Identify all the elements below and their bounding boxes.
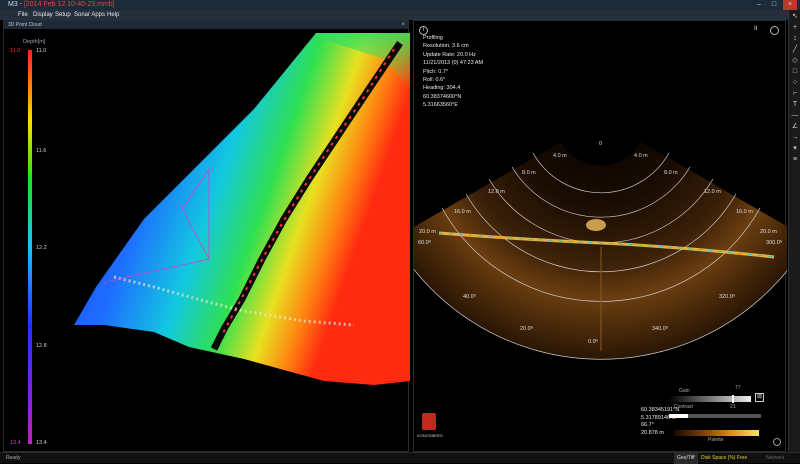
geotiff-indicator[interactable]: Geo/Tiff [674, 453, 698, 464]
ring-label-right-4: 4.0 m [634, 153, 648, 159]
bearing-20: 20.0º [520, 325, 533, 332]
cursor-lat: 60.38345191°N [641, 407, 680, 413]
disk-space-indicator: Disk Space (%) Free [701, 455, 748, 461]
window-title: M3 - [2014 Feb 12 10-40-23.mmb] [8, 0, 115, 10]
ring-label-right-12: 12.0 m [704, 189, 721, 195]
axis-y-label: y [179, 203, 182, 209]
palette-bar[interactable] [674, 430, 759, 436]
kongsberg-logo-icon [422, 413, 436, 430]
gain-value: 77 [735, 385, 741, 391]
contrast-slider[interactable] [669, 414, 761, 418]
ring-label-top: 0 [599, 141, 602, 147]
depth-tick-4: 12.8 [36, 343, 47, 349]
cursor-angle: 66.7° [641, 422, 654, 429]
marker-tool-icon[interactable]: ▾ [790, 144, 800, 153]
panel-close-icon[interactable]: × [401, 21, 405, 29]
axis-x-label: x [104, 281, 107, 287]
gain-label: Gain [679, 388, 690, 394]
depth-tick-2: 11.6 [36, 148, 46, 154]
depth-tick-1: 11.0 [36, 48, 46, 54]
point-cloud-view[interactable]: z y x Depth[m] 11.0 11.0 11.6 12.2 12.8 … [4, 29, 410, 453]
bearing-40: 40.0º [463, 293, 476, 300]
arrow-tool-icon[interactable]: → [790, 133, 800, 142]
maximize-button[interactable]: □ [767, 0, 781, 10]
zoom-tool-icon[interactable]: + [790, 23, 800, 32]
ring-label-left-4: 4.0 m [553, 153, 567, 159]
palette-label: Palette [708, 437, 724, 443]
depth-colorbar [28, 50, 32, 444]
ring-label-right-16: 16.0 m [736, 209, 753, 215]
ring-label-left-16: 16.0 m [454, 209, 471, 215]
menu-help[interactable]: Help [107, 10, 119, 20]
line-tool-icon[interactable]: — [790, 111, 800, 120]
point-cloud-panel[interactable]: 3D Point Cloud × z y x Depth[m] 11.0 11.… [3, 20, 410, 453]
minimize-button[interactable]: – [752, 0, 766, 10]
menu-bar: File Display Setup Sonar Apps Help [0, 10, 800, 20]
text-tool-icon[interactable]: T [790, 100, 800, 109]
ring-label-right-20: 20.0 m [760, 229, 777, 235]
title-bar: M3 - [2014 Feb 12 10-40-23.mmb] – □ × [0, 0, 800, 10]
layers-icon[interactable]: ≡ [790, 155, 800, 164]
bearing-0: 0.0º [588, 338, 598, 345]
depth-tick-5: 13.4 [36, 440, 47, 446]
close-button[interactable]: × [783, 0, 797, 10]
polygon-tool-icon[interactable]: ◇ [790, 56, 800, 65]
status-bar: Ready Geo/Tiff Disk Space (%) Free Netwo… [0, 452, 800, 464]
app-title: M3 - [8, 1, 24, 8]
ring-label-left-8: 8.0 m [522, 170, 536, 176]
bearing-300: 300.0º [766, 239, 782, 246]
ellipse-tool-icon[interactable]: ○ [790, 78, 800, 87]
file-name: [2014 Feb 12 10-40-23.mmb] [23, 1, 115, 8]
depth-tick-3: 12.2 [36, 245, 47, 251]
measure-tool-icon[interactable]: ⌐ [790, 89, 800, 98]
depth-max: 13.4 [10, 440, 21, 446]
angle-tool-icon[interactable]: ∠ [790, 122, 800, 131]
gain-knob[interactable] [732, 395, 735, 403]
sonar-panel[interactable]: i II Profiling Resolution: 3.6 cm Update… [413, 20, 787, 453]
cursor-lon: 5.31789146°E [641, 414, 676, 421]
tool-palette: ↖ + ↕ ╱ ◇ □ ○ ⌐ T — ∠ → ▾ ≡ [788, 10, 800, 452]
auto-gain-icon[interactable]: ⊠ [755, 393, 764, 402]
menu-file[interactable]: File [18, 10, 28, 20]
depth-label: Depth[m] [23, 39, 46, 45]
depth-min: 11.0 [10, 48, 20, 54]
gain-slider[interactable] [669, 395, 751, 403]
menu-setup[interactable]: Setup [55, 10, 71, 20]
pointer-tool-icon[interactable]: ↖ [790, 12, 800, 21]
terrain-swath [74, 33, 410, 385]
bearing-60: 60.0º [418, 239, 431, 246]
sonar-fan[interactable]: 4.0 m 8.0 m 12.0 m 16.0 m 20.0 m 4.0 m 8… [414, 21, 787, 453]
kongsberg-logo-text: KONGSBERG [417, 433, 443, 438]
contrast-value: 21 [730, 404, 736, 410]
status-text: Ready [6, 455, 21, 461]
ring-label-left-12: 12.0 m [488, 189, 505, 195]
menu-display[interactable]: Display [33, 10, 53, 20]
menu-sonar-apps[interactable]: Sonar Apps [74, 10, 105, 20]
ring-label-left-20: 20.0 m [419, 229, 436, 235]
ring-label-right-8: 8.0 m [664, 170, 678, 176]
rectangle-tool-icon[interactable]: □ [790, 67, 800, 76]
pan-tool-icon[interactable]: ↕ [790, 34, 800, 43]
panel-title: 3D Point Cloud [4, 21, 408, 29]
pipe-target [586, 219, 606, 231]
network-indicator: Network [766, 455, 785, 461]
draw-line-icon[interactable]: ╱ [790, 45, 800, 54]
options-icon[interactable] [773, 438, 781, 446]
bearing-340: 340.0º [652, 325, 668, 332]
bearing-320: 320.0º [719, 293, 735, 300]
axis-z-label: z [211, 167, 214, 173]
